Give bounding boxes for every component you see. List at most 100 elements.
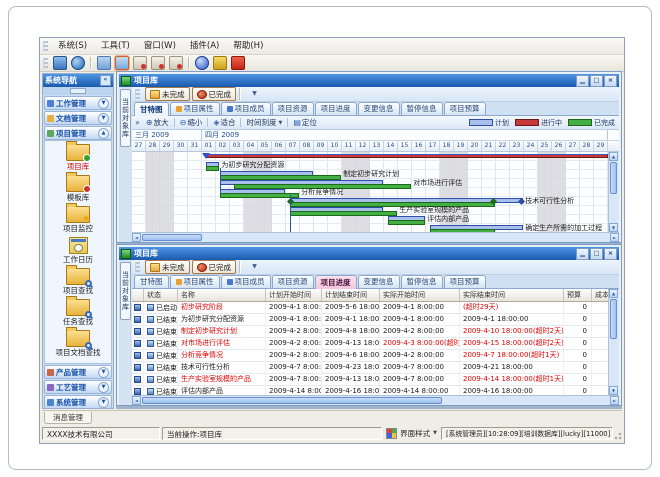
message-delete-icon[interactable] [169, 56, 183, 70]
help-icon[interactable] [195, 56, 209, 70]
more-options-icon[interactable]: ▼ [248, 88, 261, 101]
menu-item-2[interactable]: 窗口(W) [137, 38, 183, 54]
sidebar-item-工作日历[interactable]: 工作日历 [45, 237, 111, 264]
table-row[interactable]: 已结束生产实验室规模的产品2009-4-7 8:00:002009-4-13 1… [132, 374, 608, 386]
sidebar-group-项目管理[interactable]: 项目管理▲ [44, 126, 112, 140]
tab-项目进度[interactable]: 项目进度 [315, 102, 357, 115]
tab-项目属性[interactable]: 项目属性 [170, 102, 220, 115]
column-header-成本[interactable]: 成本 [592, 289, 608, 301]
sidebar-group-文档管理[interactable]: 文档管理▼ [44, 111, 112, 125]
button-row-grip[interactable] [135, 89, 140, 99]
scrollbar-thumb[interactable] [142, 397, 442, 404]
actual-bar[interactable] [220, 193, 299, 198]
exit-icon[interactable] [231, 56, 245, 70]
table-row[interactable]: 已结束制定初步研究计划2009-4-2 8:00:002009-4-8 18:0… [132, 326, 608, 338]
open-library-icon[interactable] [97, 56, 111, 70]
sidebar-group-产品管理[interactable]: 产品管理▼ [44, 365, 112, 379]
gantt-tool-放大[interactable]: ⊕放大 [143, 117, 172, 128]
menu-grip[interactable] [43, 41, 48, 51]
tab-项目进度[interactable]: 项目进度 [315, 275, 357, 289]
gantt-tool-适合[interactable]: ◈适合 [210, 117, 238, 128]
toolbar-overflow-icon[interactable]: » [132, 118, 143, 127]
menu-item-4[interactable]: 帮助(H) [226, 38, 270, 54]
column-header-计划结束时间[interactable]: 计划结束时间 [322, 289, 380, 301]
tab-current-object-library[interactable]: 当前对象库 [120, 262, 131, 320]
network-icon[interactable] [71, 56, 85, 70]
sidebar-item-项目库[interactable]: 项目库 [45, 144, 111, 171]
maximize-icon[interactable]: □ [590, 75, 603, 87]
sidebar-item-项目查找[interactable]: 项目查找 [45, 268, 111, 295]
connect-icon[interactable] [53, 56, 67, 70]
chevron-down-icon[interactable]: ▼ [98, 367, 109, 378]
vertical-scrollbar[interactable]: ▲▼ [608, 289, 618, 395]
column-header-名称[interactable]: 名称 [178, 289, 266, 301]
close-icon[interactable]: × [604, 248, 617, 260]
sidebar-handle[interactable] [43, 87, 113, 95]
actual-bar[interactable] [388, 220, 425, 225]
ui-style-button[interactable]: 界面样式 ▼ [382, 428, 441, 439]
child-window-titlebar[interactable]: 项目库▁□× [119, 247, 619, 260]
horizontal-scrollbar[interactable]: ◄► [132, 395, 619, 405]
table-row[interactable]: 已结束分析竞争情况2009-4-2 8:00:002009-4-6 18:00:… [132, 350, 608, 362]
filter-button-未完成[interactable]: 未完成 [145, 87, 190, 101]
tab-项目成员[interactable]: 项目成员 [221, 275, 271, 288]
tab-暂停信息[interactable]: 暂停信息 [401, 102, 443, 115]
scroll-down-icon[interactable]: ▼ [609, 386, 618, 395]
sidebar-item-任务查找[interactable]: 任务查找 [45, 299, 111, 326]
scroll-right-icon[interactable]: ► [610, 233, 619, 242]
scroll-right-icon[interactable]: ► [610, 396, 619, 405]
lock-icon[interactable] [213, 56, 227, 70]
sidebar-collapse-icon[interactable]: « [100, 75, 111, 86]
progress-bar[interactable] [206, 154, 608, 158]
vertical-scrollbar[interactable]: ▲▼ [608, 152, 618, 232]
menu-item-0[interactable]: 系统(S) [51, 38, 94, 54]
tab-项目预算[interactable]: 项目预算 [444, 102, 486, 115]
tab-current-object-library[interactable]: 当前对象库 [120, 89, 131, 147]
actual-bar[interactable] [206, 166, 219, 171]
child-window-titlebar[interactable]: 项目库▁□× [119, 74, 619, 87]
gantt-tool-缩小[interactable]: ⊖缩小 [177, 117, 206, 128]
chevron-down-icon[interactable]: ▼ [98, 113, 109, 124]
maximize-icon[interactable]: □ [590, 248, 603, 260]
column-header-selector[interactable] [132, 289, 144, 301]
tab-message-management[interactable]: 消息管理 [44, 412, 92, 424]
more-options-icon[interactable]: ▼ [248, 261, 261, 274]
table-row[interactable]: 已结束技术可行性分析2009-4-7 8:00:002009-4-23 18:0… [132, 362, 608, 374]
toolbar-grip[interactable] [43, 58, 48, 68]
close-icon[interactable]: × [604, 75, 617, 87]
column-header-计划开始时间[interactable]: 计划开始时间 [266, 289, 322, 301]
gantt-tool-时间刻度[interactable]: 时间刻度▼ [243, 117, 285, 128]
message-send-icon[interactable] [133, 56, 147, 70]
table-row[interactable]: 已结束评估内部产品2009-4-14 8:00:002009-4-16 18:0… [132, 386, 608, 395]
tab-项目成员[interactable]: 项目成员 [221, 102, 271, 115]
sidebar-item-模板库[interactable]: 模板库 [45, 175, 111, 202]
sidebar-item-项目文档查找[interactable]: 项目文档查找 [45, 330, 111, 357]
menu-item-1[interactable]: 工具(T) [94, 38, 137, 54]
chevron-down-icon[interactable]: ▼ [98, 382, 109, 393]
tab-甘特图[interactable]: 甘特图 [134, 102, 169, 116]
message-inbox-icon[interactable] [151, 56, 165, 70]
table-row[interactable]: 已结束为初步研究分配资源2009-4-1 8:00:002009-4-1 18:… [132, 314, 608, 326]
sidebar-group-工艺管理[interactable]: 工艺管理▼ [44, 380, 112, 394]
sidebar-group-工作管理[interactable]: 工作管理▼ [44, 96, 112, 110]
tab-项目资源[interactable]: 项目资源 [272, 102, 314, 115]
save-library-icon[interactable] [115, 56, 129, 70]
minimize-icon[interactable]: ▁ [576, 248, 589, 260]
scroll-up-icon[interactable]: ▲ [609, 289, 618, 298]
column-header-实际开始时间[interactable]: 实际开始时间 [380, 289, 460, 301]
column-header-实际结束时间[interactable]: 实际结束时间 [460, 289, 564, 301]
tab-项目预算[interactable]: 项目预算 [444, 275, 486, 288]
column-header-状态[interactable]: 状态 [144, 289, 178, 301]
tab-暂停信息[interactable]: 暂停信息 [401, 275, 443, 288]
resize-grip[interactable] [613, 427, 622, 440]
horizontal-scrollbar[interactable]: ◄► [132, 232, 619, 242]
scrollbar-thumb[interactable] [142, 234, 202, 241]
scroll-left-icon[interactable]: ◄ [132, 233, 141, 242]
menu-item-3[interactable]: 插件(A) [183, 38, 226, 54]
gantt-tool-定位[interactable]: ▤定位 [290, 117, 320, 128]
tab-变更信息[interactable]: 变更信息 [358, 102, 400, 115]
scroll-left-icon[interactable]: ◄ [132, 396, 141, 405]
scrollbar-thumb[interactable] [610, 299, 617, 339]
sidebar-item-项目监控[interactable]: ★项目监控 [45, 206, 111, 233]
tab-甘特图[interactable]: 甘特图 [134, 275, 169, 288]
